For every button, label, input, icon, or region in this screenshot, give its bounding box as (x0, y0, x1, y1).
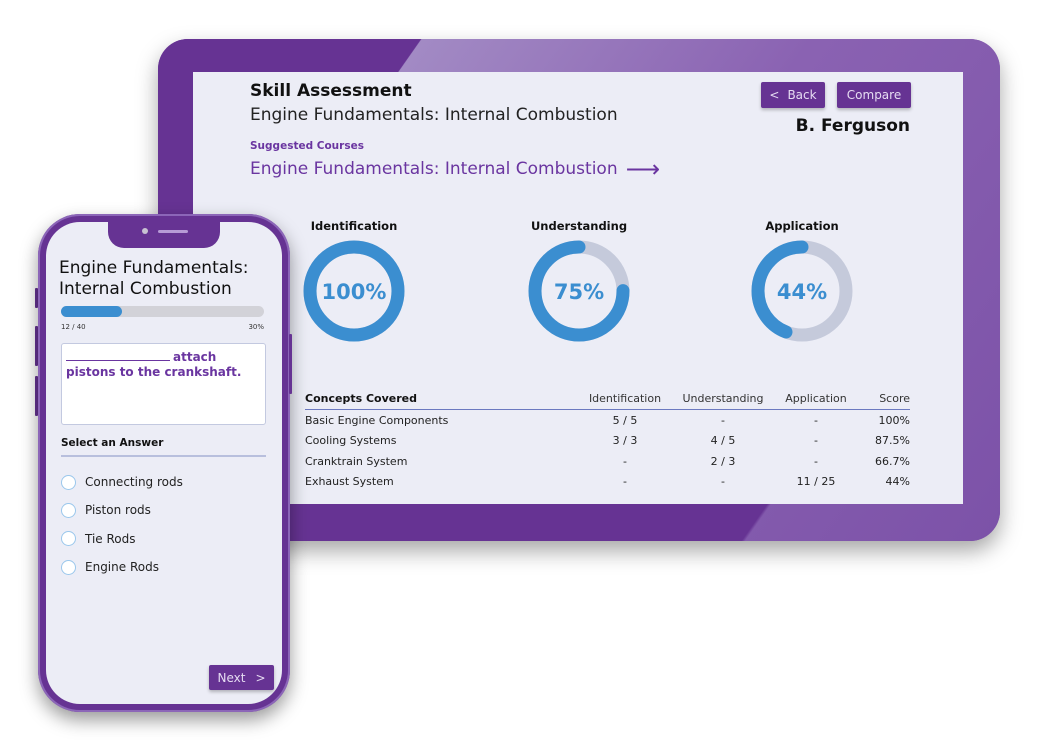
answer-option[interactable]: Tie Rods (61, 525, 183, 553)
cell-understanding: - (721, 475, 725, 489)
cell-application: - (814, 454, 818, 468)
header-application: Application (785, 392, 847, 405)
cell-application: 11 / 25 (796, 475, 836, 489)
quiz-progress-fill (61, 306, 122, 317)
answer-options: Connecting rods Piston rods Tie Rods Eng… (61, 468, 183, 581)
select-answer-label: Select an Answer (61, 437, 164, 449)
answer-option-label: Piston rods (85, 503, 151, 518)
divider (61, 455, 266, 457)
radio-button[interactable] (61, 474, 76, 490)
table-row: Exhaust System - - 11 / 25 44% (305, 472, 910, 493)
phone-screen: Engine Fundamentals: Internal Combustion… (46, 222, 282, 704)
cell-concept: Cranktrain System (305, 454, 408, 468)
quiz-progress-percent: 30% (248, 323, 264, 331)
phone-power-button (289, 334, 292, 394)
cell-score: 100% (878, 413, 910, 427)
gauge-ring: 75% (528, 240, 630, 342)
answer-option-label: Connecting rods (85, 475, 183, 490)
cell-concept: Basic Engine Components (305, 413, 449, 427)
header-identification: Identification (588, 392, 662, 405)
gauge-label: Application (765, 219, 839, 233)
cell-application: - (814, 413, 818, 427)
table-header: Concepts Covered Identification Understa… (305, 388, 910, 410)
back-button[interactable]: < Back (761, 82, 825, 108)
gauge-ring: 44% (751, 240, 853, 342)
cell-understanding: 2 / 3 (710, 454, 736, 468)
answer-option[interactable]: Connecting rods (61, 468, 183, 496)
concepts-table: Concepts Covered Identification Understa… (305, 388, 910, 492)
next-button[interactable]: Next > (209, 665, 274, 690)
back-button-label: Back (787, 88, 817, 102)
header-score: Score (879, 392, 910, 405)
table-row: Cranktrain System - 2 / 3 - 66.7% (305, 451, 910, 472)
camera-icon (142, 228, 148, 234)
answer-option-label: Tie Rods (85, 531, 136, 546)
quiz-progress-count: 12 / 40 (61, 323, 86, 331)
answer-option[interactable]: Engine Rods (61, 553, 183, 581)
phone-device: Engine Fundamentals: Internal Combustion… (38, 214, 290, 712)
quiz-progress-bar (61, 306, 264, 317)
gauge-identification: Identification 100% (294, 219, 414, 343)
question-blank (66, 350, 170, 361)
cell-application: - (814, 434, 818, 448)
next-button-label: Next (217, 670, 246, 685)
header-understanding: Understanding (682, 392, 764, 405)
gauge-value: 100% (322, 280, 387, 304)
cell-identification: - (623, 454, 627, 468)
cell-concept: Exhaust System (305, 475, 394, 489)
cell-concept: Cooling Systems (305, 434, 397, 448)
arrow-right-icon: ⟶ (625, 155, 661, 183)
user-name: B. Ferguson (795, 116, 910, 136)
gauge-application: Application 44% (742, 219, 862, 343)
radio-button[interactable] (61, 502, 76, 518)
answer-option[interactable]: Piston rods (61, 496, 183, 524)
table-row: Cooling Systems 3 / 3 4 / 5 - 87.5% (305, 431, 910, 452)
gauge-understanding: Understanding 75% (519, 219, 639, 343)
gauge-ring: 100% (303, 240, 405, 342)
tablet-screen: Skill Assessment Engine Fundamentals: In… (193, 72, 963, 504)
quiz-title: Engine Fundamentals: Internal Combustion (59, 258, 249, 299)
cell-score: 66.7% (875, 454, 910, 468)
question-box: attach pistons to the crankshaft. (61, 343, 266, 425)
answer-option-label: Engine Rods (85, 560, 159, 575)
speaker-icon (158, 230, 188, 233)
compare-button[interactable]: Compare (837, 82, 911, 108)
cell-score: 87.5% (875, 434, 910, 448)
phone-notch (108, 222, 220, 248)
cell-identification: - (623, 475, 627, 489)
gauge-label: Understanding (530, 219, 628, 233)
gauge-label: Identification (310, 219, 398, 233)
gauge-value: 44% (777, 280, 827, 304)
suggested-course-link[interactable]: Engine Fundamentals: Internal Combustion… (250, 157, 660, 181)
page-subtitle: Engine Fundamentals: Internal Combustion (250, 105, 618, 125)
radio-button[interactable] (61, 559, 76, 575)
radio-button[interactable] (61, 531, 76, 547)
chevron-right-icon: > (255, 670, 266, 685)
suggested-course-title: Engine Fundamentals: Internal Combustion (250, 159, 618, 179)
chevron-left-icon: < (769, 88, 780, 102)
header-concepts: Concepts Covered (305, 392, 417, 405)
suggested-courses-label: Suggested Courses (250, 140, 364, 152)
cell-understanding: 4 / 5 (710, 434, 736, 448)
gauge-value: 75% (554, 280, 604, 304)
table-row: Basic Engine Components 5 / 5 - - 100% (305, 410, 910, 431)
cell-understanding: - (721, 413, 725, 427)
page-title: Skill Assessment (250, 81, 412, 101)
cell-score: 44% (885, 475, 910, 489)
cell-identification: 5 / 5 (612, 413, 638, 427)
cell-identification: 3 / 3 (612, 434, 638, 448)
